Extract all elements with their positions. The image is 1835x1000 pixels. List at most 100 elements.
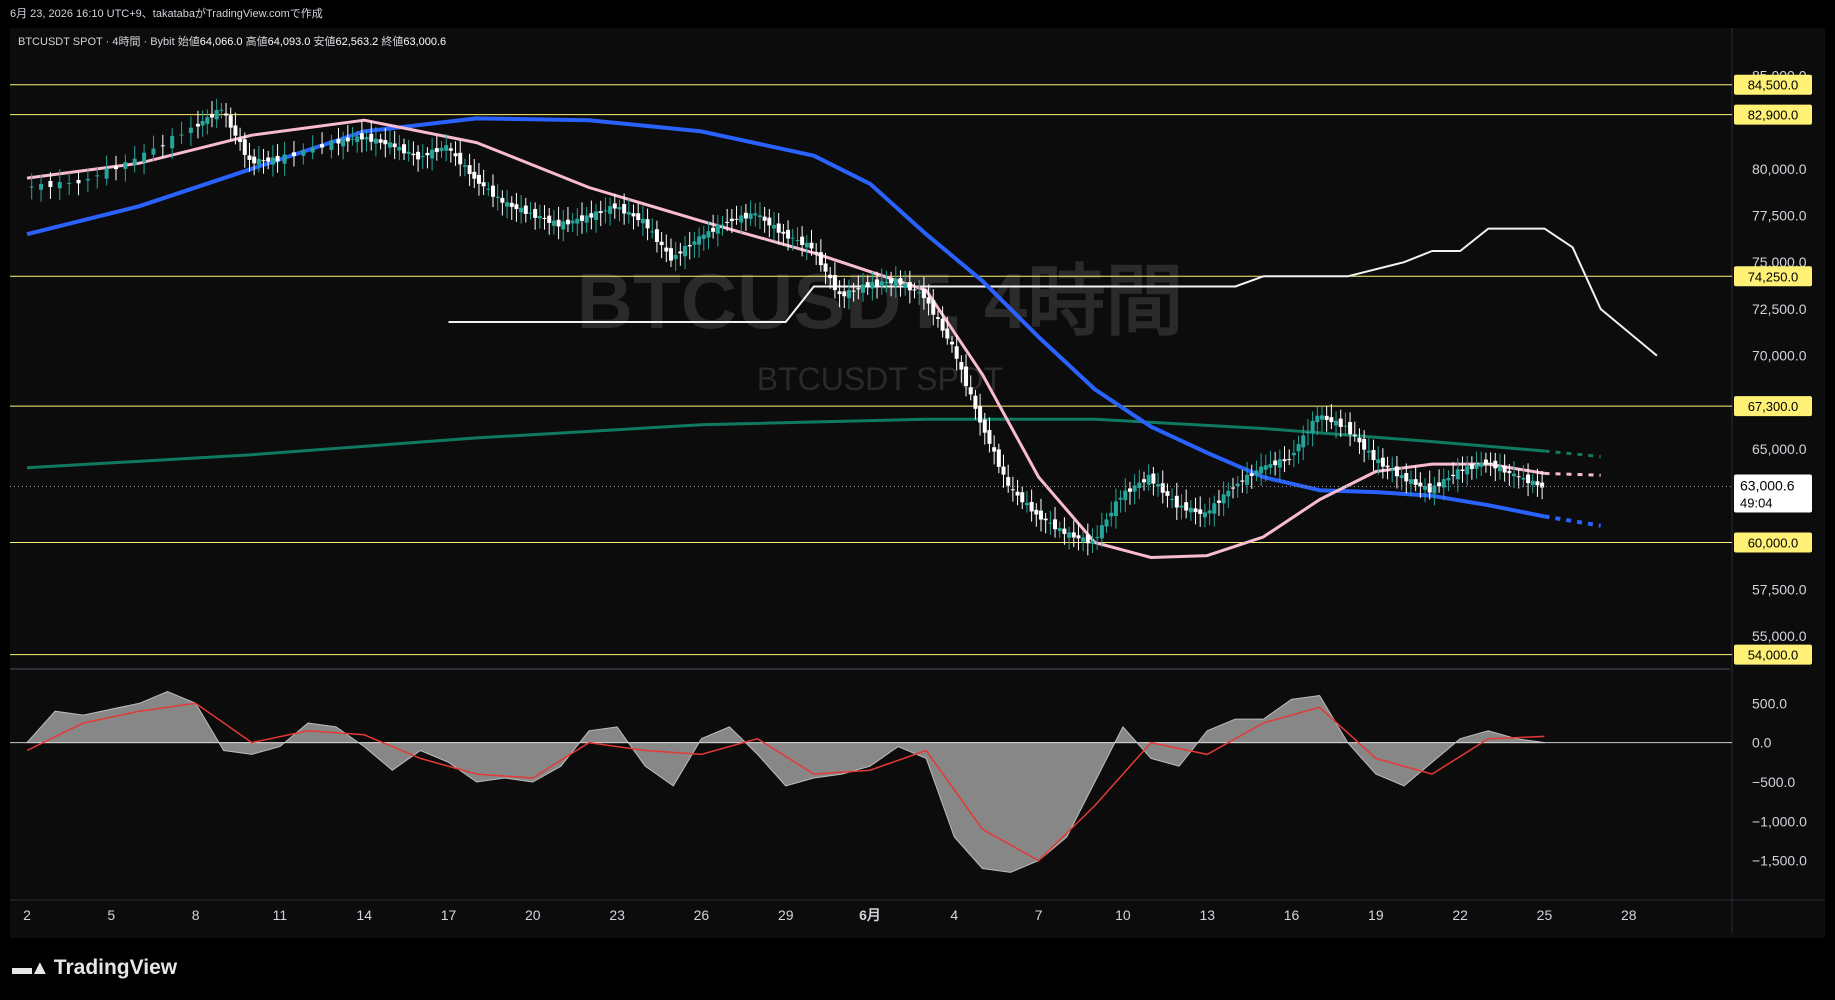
candle-body	[748, 213, 753, 219]
candle-body	[608, 206, 613, 214]
candle-body	[523, 205, 528, 214]
candle-body	[238, 139, 243, 142]
bottom-bar	[0, 938, 1835, 1000]
candle-body	[1343, 425, 1348, 427]
candle-body	[1319, 415, 1324, 420]
time-axis-label: 10	[1115, 907, 1131, 923]
candle-body	[907, 282, 912, 291]
price-axis-label: 80,000.0	[1752, 161, 1807, 177]
candle-body	[640, 218, 645, 224]
candle-body	[1048, 522, 1053, 524]
candle-body	[1034, 509, 1039, 515]
time-axis-label: 7	[1035, 907, 1043, 923]
candle-body	[1029, 501, 1034, 512]
candle-body	[1291, 452, 1296, 456]
candle-body	[935, 317, 940, 319]
candle-body	[1212, 503, 1217, 514]
candle-body	[458, 152, 463, 165]
candle-body	[1502, 465, 1507, 473]
candle-body	[1170, 498, 1175, 500]
candle-body	[884, 281, 889, 284]
candle-body	[261, 160, 266, 162]
candle-body	[369, 133, 374, 142]
candle-body	[39, 184, 44, 190]
candle-body	[224, 113, 229, 116]
candle-body	[1268, 463, 1273, 468]
candle-body	[870, 282, 875, 289]
candle-body	[837, 291, 842, 295]
candle-body	[373, 138, 378, 144]
chart-frame[interactable]: BTCUSDT, 4時間 BTCUSDT SPOT BTCUSDT SPOT · 4…	[10, 28, 1825, 938]
candle-body	[589, 213, 594, 218]
level-price-tag-text: 67,300.0	[1748, 399, 1799, 414]
candle-body	[406, 151, 411, 154]
candle-body	[528, 212, 533, 214]
candle-body	[1324, 415, 1329, 420]
candle-body	[481, 182, 486, 187]
candle-body	[1263, 465, 1268, 470]
candle-body	[1390, 469, 1395, 471]
time-axis-label: 28	[1621, 907, 1637, 923]
candle-body	[1010, 489, 1015, 491]
price-axis-label: 70,000.0	[1752, 348, 1807, 364]
candle-body	[472, 171, 477, 179]
candle-body	[256, 158, 261, 165]
candle-body	[505, 202, 510, 207]
candle-body	[1245, 474, 1250, 485]
time-axis-label: 6月	[859, 907, 881, 923]
candle-body	[491, 185, 496, 197]
candle-body	[364, 137, 369, 140]
candle-body	[329, 140, 334, 150]
candle-body	[1273, 460, 1278, 466]
candle-body	[982, 419, 987, 433]
candle-body	[706, 231, 711, 238]
candle-body	[636, 213, 641, 221]
candle-body	[1193, 508, 1198, 513]
candle-body	[594, 211, 599, 221]
candle-body	[1277, 459, 1282, 468]
candle-body	[320, 144, 325, 148]
candle-body	[725, 221, 730, 223]
candle-body	[341, 138, 346, 147]
candle-body	[291, 152, 296, 157]
candle-body	[842, 291, 847, 297]
candle-body	[1024, 502, 1029, 506]
candle-body	[767, 217, 772, 226]
candle-body	[1418, 482, 1423, 487]
time-axis-label: 4	[950, 907, 958, 923]
candle-body	[242, 139, 247, 155]
candle-body	[1282, 459, 1287, 462]
candle-body	[57, 181, 62, 189]
candle-body	[1497, 466, 1502, 472]
candle-body	[104, 168, 109, 179]
candle-body	[542, 217, 547, 219]
tradingview-logo[interactable]: ▬▲ TradingView	[12, 956, 177, 980]
candle-body	[992, 447, 997, 452]
candle-body	[631, 213, 636, 217]
candle-body	[1207, 510, 1212, 514]
candle-body	[772, 225, 777, 229]
chart-canvas[interactable]: BTCUSDT, 4時間BTCUSDT SPOTBTCUSDT SPOT · 4…	[10, 28, 1825, 938]
candle-body	[439, 147, 444, 152]
candle-body	[179, 134, 184, 136]
watermark-title: BTCUSDT, 4時間	[577, 257, 1184, 345]
candle-body	[959, 362, 964, 370]
candle-body	[757, 215, 762, 218]
candle-body	[188, 127, 193, 133]
candle-body	[397, 146, 402, 151]
candle-body	[200, 120, 205, 126]
candle-body	[1038, 510, 1043, 520]
candle-body	[1310, 420, 1315, 434]
time-axis-label: 26	[694, 907, 710, 923]
candle-body	[509, 202, 514, 207]
candle-body	[1413, 479, 1418, 485]
candle-body	[687, 245, 692, 247]
candle-body	[650, 231, 655, 233]
candle-body	[664, 247, 669, 252]
candle-body	[392, 143, 397, 148]
candle-body	[1296, 444, 1301, 452]
candle-body	[940, 318, 945, 331]
candle-body	[29, 186, 34, 188]
candle-body	[912, 289, 917, 291]
candle-body	[1198, 509, 1203, 514]
